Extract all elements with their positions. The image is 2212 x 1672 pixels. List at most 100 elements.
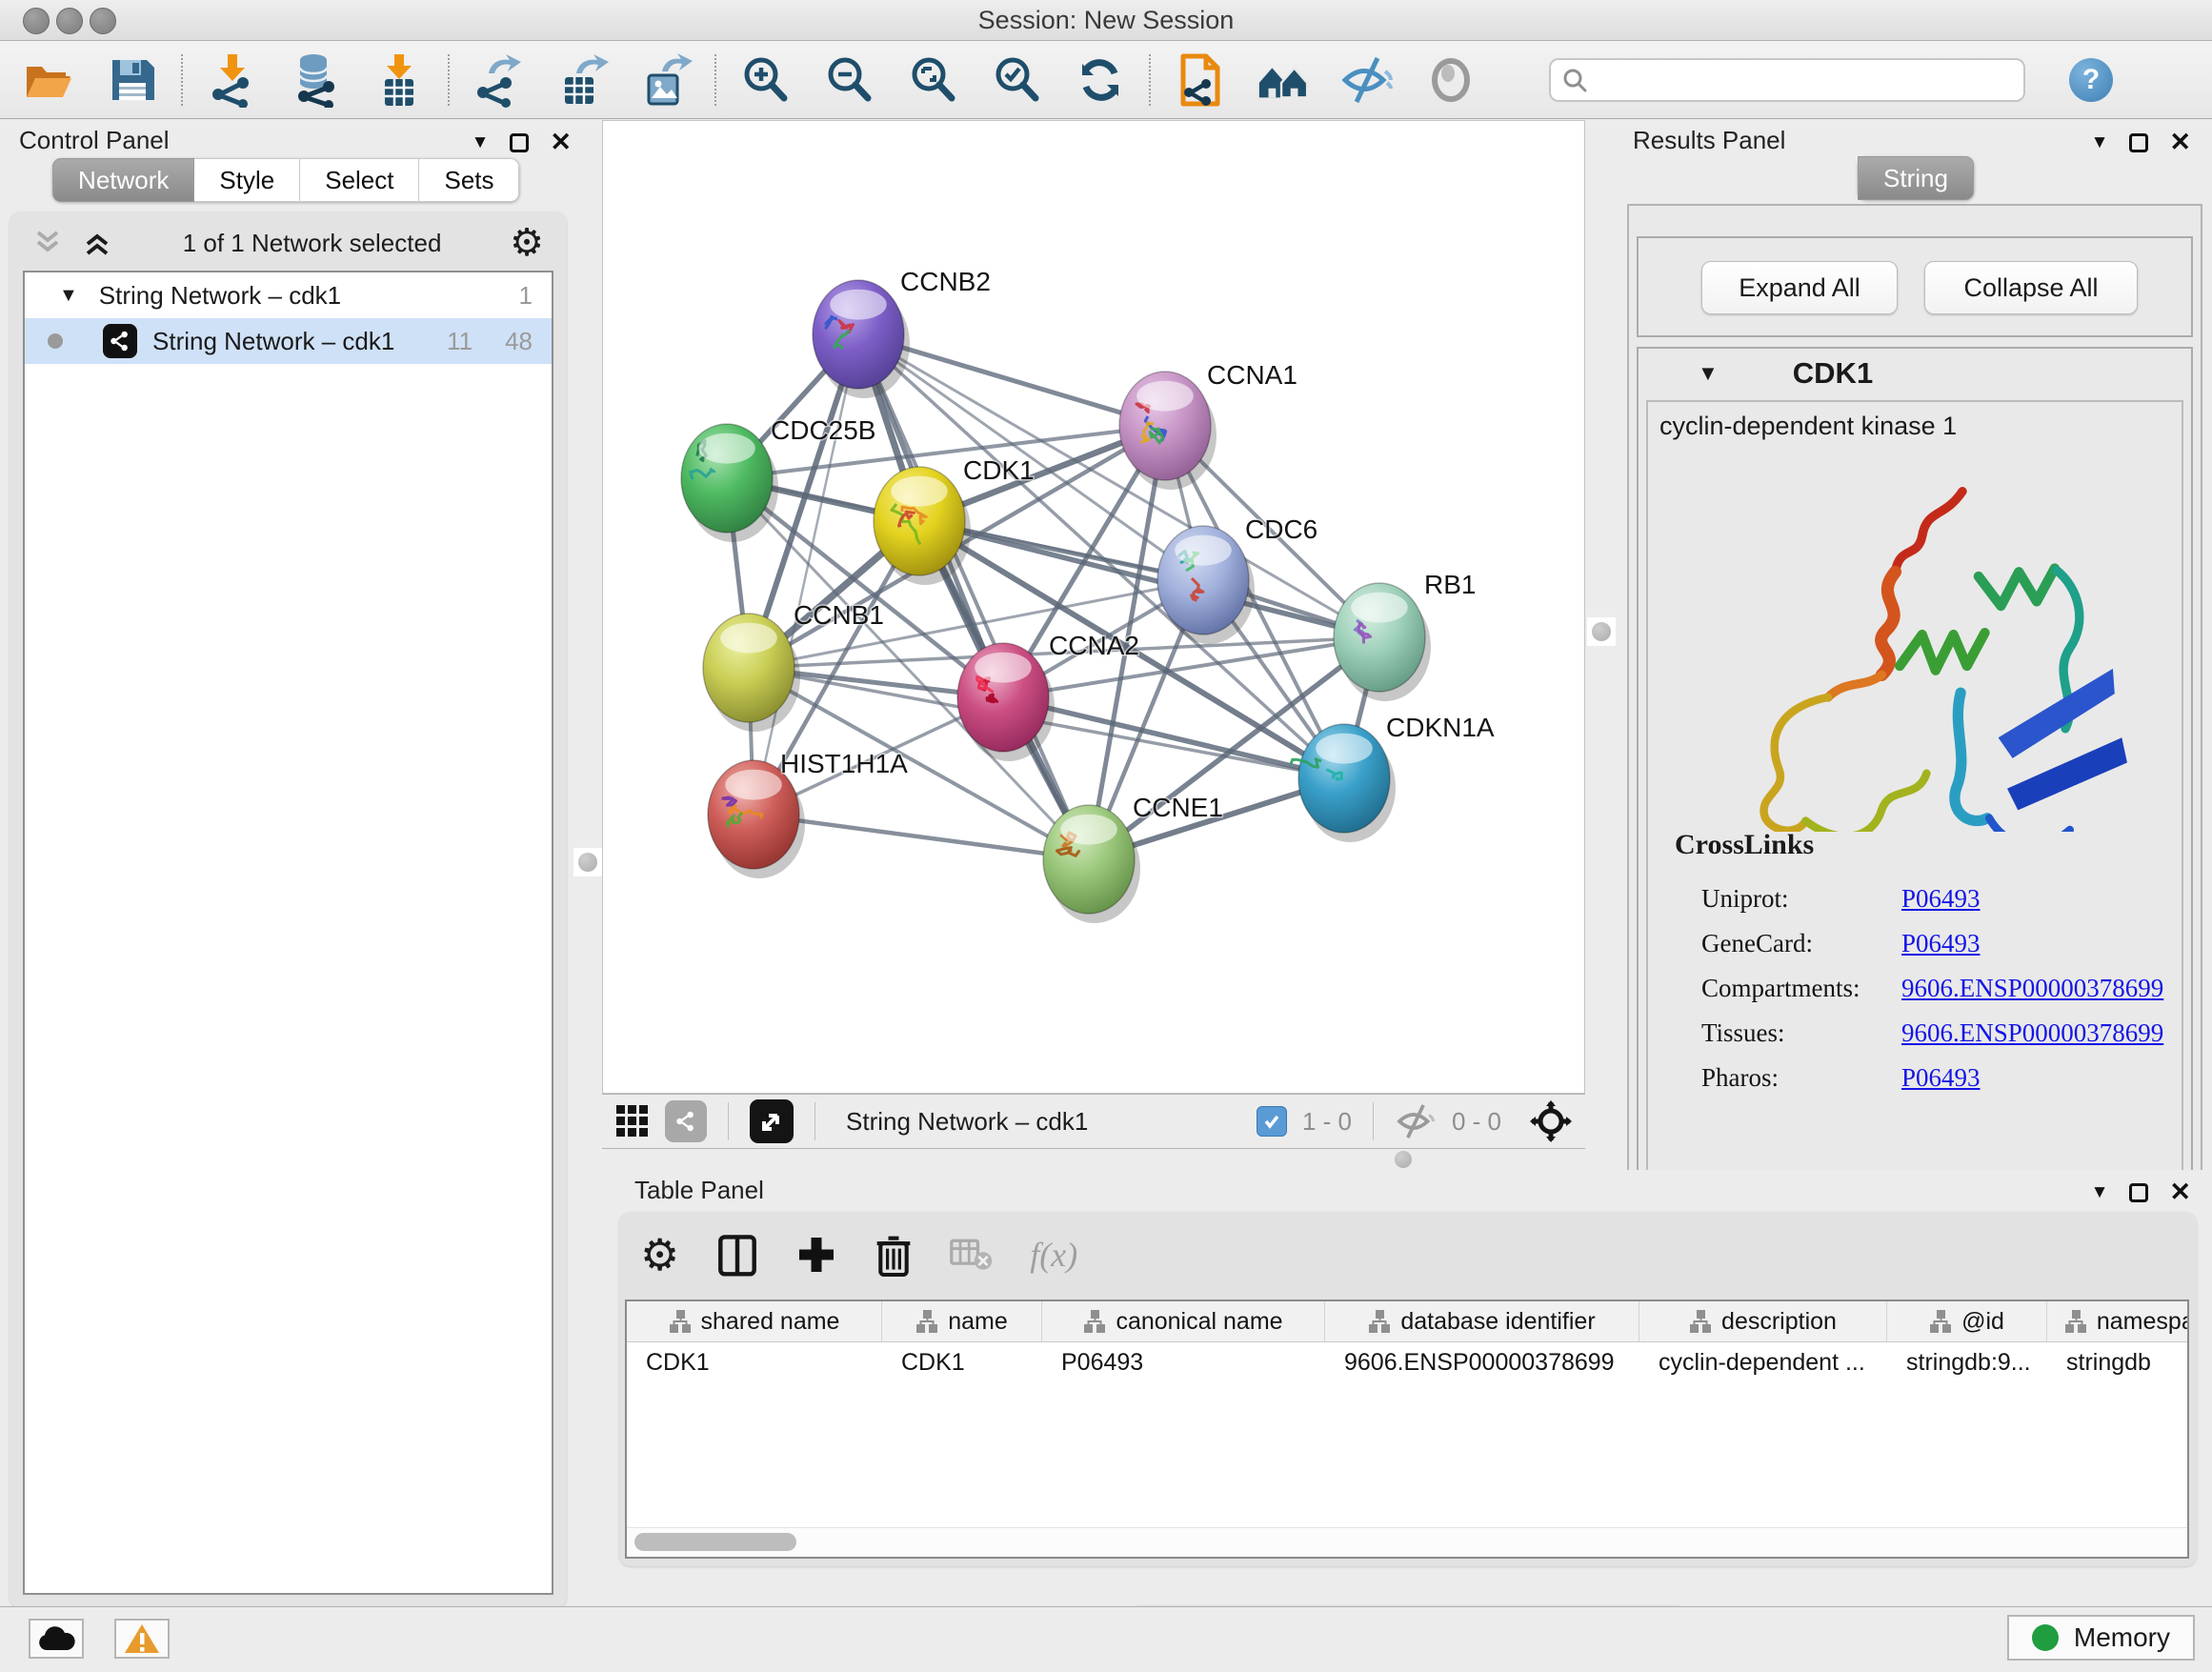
column-header-description[interactable]: description (1639, 1301, 1887, 1341)
bottom-splitter-handle[interactable] (1393, 1153, 1414, 1166)
show-columns-icon[interactable] (715, 1231, 759, 1279)
zoom-fit-button[interactable] (905, 51, 960, 109)
column-header-@id[interactable]: @id (1887, 1301, 2047, 1341)
node-label-CDC25B: CDC25B (771, 415, 875, 445)
import-table-from-file-button[interactable] (372, 51, 427, 109)
tab-sets[interactable]: Sets (419, 158, 519, 202)
tab-network[interactable]: Network (52, 158, 194, 202)
zoom-selected-button[interactable] (989, 51, 1044, 109)
crosslink-link[interactable]: P06493 (1901, 884, 1981, 914)
delete-table-icon[interactable] (950, 1237, 994, 1273)
delete-column-trash-icon[interactable] (874, 1231, 914, 1279)
table-horizontal-scrollbar[interactable] (627, 1527, 2187, 1557)
function-builder-icon[interactable]: f(x) (1030, 1235, 1077, 1275)
expand-all-button[interactable]: Expand All (1701, 261, 1898, 314)
open-session-button[interactable] (21, 51, 76, 109)
collapse-all-button[interactable]: Collapse All (1924, 261, 2138, 314)
table-cell[interactable]: cyclin-dependent ... (1639, 1342, 1887, 1382)
network-collection-row[interactable]: ▼ String Network – cdk1 1 (25, 272, 552, 318)
column-header-name[interactable]: name (882, 1301, 1042, 1341)
export-table-button[interactable] (554, 51, 610, 109)
help-button[interactable]: ? (2069, 58, 2113, 102)
zoom-in-button[interactable] (737, 51, 793, 109)
network-node-CCNE1[interactable]: CCNE1 (1043, 793, 1223, 923)
network-node-CDKN1A[interactable]: CDKN1A (1291, 713, 1495, 842)
network-edge-CCNB2-HIST1H1A[interactable] (754, 334, 858, 815)
float-panel-icon[interactable]: ▼ (2091, 133, 2109, 151)
crosslink-link[interactable]: P06493 (1901, 929, 1981, 958)
zoom-out-button[interactable] (821, 51, 876, 109)
float-panel-icon[interactable]: ▼ (472, 133, 490, 151)
search-input[interactable] (1597, 66, 2012, 94)
maximize-panel-icon[interactable] (2129, 133, 2148, 152)
tab-string[interactable]: String (1858, 156, 1974, 200)
hide-selected-button[interactable] (1339, 51, 1395, 109)
tree-expand-icon[interactable]: ▼ (59, 285, 78, 307)
table-cell[interactable]: stringdb (2047, 1342, 2189, 1382)
network-share-view-button[interactable] (665, 1100, 707, 1142)
network-options-gear-icon[interactable]: ⚙ (510, 224, 544, 262)
export-network-button[interactable] (471, 51, 526, 109)
grid-view-icon[interactable] (615, 1104, 650, 1138)
crosslink-link[interactable]: 9606.ENSP00000378699 (1901, 1018, 2163, 1048)
network-row[interactable]: String Network – cdk1 11 48 (25, 318, 552, 364)
column-header-namespace[interactable]: namespace (2047, 1301, 2189, 1341)
network-edge-CCNB2-CCNE1[interactable] (858, 334, 1089, 859)
tab-style[interactable]: Style (194, 158, 300, 202)
maximize-panel-icon[interactable] (2129, 1183, 2148, 1202)
close-panel-icon[interactable]: ✕ (550, 130, 572, 155)
import-network-from-file-button[interactable] (204, 51, 259, 109)
column-label: shared name (701, 1308, 840, 1336)
crosslink-link[interactable]: 9606.ENSP00000378699 (1901, 974, 2163, 1003)
column-header-canonical-name[interactable]: canonical name (1042, 1301, 1325, 1341)
network-from-file-button[interactable] (1172, 51, 1227, 109)
right-splitter-handle[interactable] (1587, 617, 1616, 646)
network-node-CDK1[interactable]: CDK1 (874, 455, 1035, 585)
crosslink-link[interactable]: P06493 (1901, 1063, 1981, 1093)
maximize-panel-icon[interactable] (510, 133, 529, 152)
network-canvas[interactable]: CCNB2CCNA1CDC25BCDK1CDC6RB1CCNB1CCNA2CDK… (602, 120, 1585, 1094)
expand-all-icon[interactable] (82, 229, 114, 257)
table-cell[interactable]: 9606.ENSP00000378699 (1325, 1342, 1639, 1382)
network-node-CCNB1[interactable]: CCNB1 (703, 600, 884, 732)
collapse-all-icon[interactable] (32, 229, 65, 257)
table-cell[interactable]: stringdb:9... (1887, 1342, 2047, 1382)
tab-select[interactable]: Select (300, 158, 419, 202)
network-node-HIST1H1A[interactable]: HIST1H1A (708, 749, 908, 878)
table-row[interactable]: CDK1CDK1P064939606.ENSP00000378699cyclin… (627, 1342, 2187, 1382)
create-column-plus-icon[interactable] (795, 1234, 837, 1276)
network-node-CCNA2[interactable]: CCNA2 (957, 631, 1139, 761)
table-cell[interactable]: P06493 (1042, 1342, 1325, 1382)
memory-button[interactable]: Memory (2007, 1615, 2195, 1661)
table-options-gear-icon[interactable]: ⚙ (640, 1233, 679, 1277)
selected-nodes-checkbox[interactable] (1257, 1106, 1287, 1137)
close-panel-icon[interactable]: ✕ (2169, 130, 2191, 155)
left-splitter-handle[interactable] (573, 848, 602, 876)
close-panel-icon[interactable]: ✕ (2169, 1179, 2191, 1205)
edge-count: 48 (505, 327, 533, 356)
export-image-button[interactable] (638, 51, 694, 109)
cloud-status-button[interactable] (29, 1619, 84, 1659)
hidden-eye-icon[interactable] (1395, 1102, 1437, 1140)
zoom-fit-icon (907, 54, 958, 106)
refresh-view-button[interactable] (1073, 51, 1128, 109)
network-node-RB1[interactable]: RB1 (1334, 570, 1476, 701)
home-button[interactable] (1256, 51, 1311, 109)
birdseye-view-button[interactable] (750, 1099, 794, 1143)
show-hidden-button[interactable] (1423, 51, 1478, 109)
table-cell[interactable]: CDK1 (627, 1342, 882, 1382)
save-session-button[interactable] (105, 51, 160, 109)
entry-collapse-icon[interactable]: ▼ (1698, 361, 1719, 386)
fit-content-crosshair-icon[interactable] (1530, 1100, 1572, 1142)
column-header-database-identifier[interactable]: database identifier (1325, 1301, 1639, 1341)
table-cell[interactable]: CDK1 (882, 1342, 1042, 1382)
network-graph[interactable]: CCNB2CCNA1CDC25BCDK1CDC6RB1CCNB1CCNA2CDK… (603, 121, 1584, 1093)
import-network-from-database-button[interactable] (288, 51, 343, 109)
float-panel-icon[interactable]: ▼ (2091, 1183, 2109, 1201)
column-header-shared-name[interactable]: shared name (627, 1301, 882, 1341)
network-node-CCNB2[interactable]: CCNB2 (813, 267, 991, 398)
warnings-button[interactable] (114, 1619, 170, 1659)
network-node-CDC25B[interactable]: CDC25B (681, 415, 875, 542)
scrollbar-thumb[interactable] (634, 1533, 796, 1551)
network-node-CDC6[interactable]: CDC6 (1157, 514, 1317, 644)
